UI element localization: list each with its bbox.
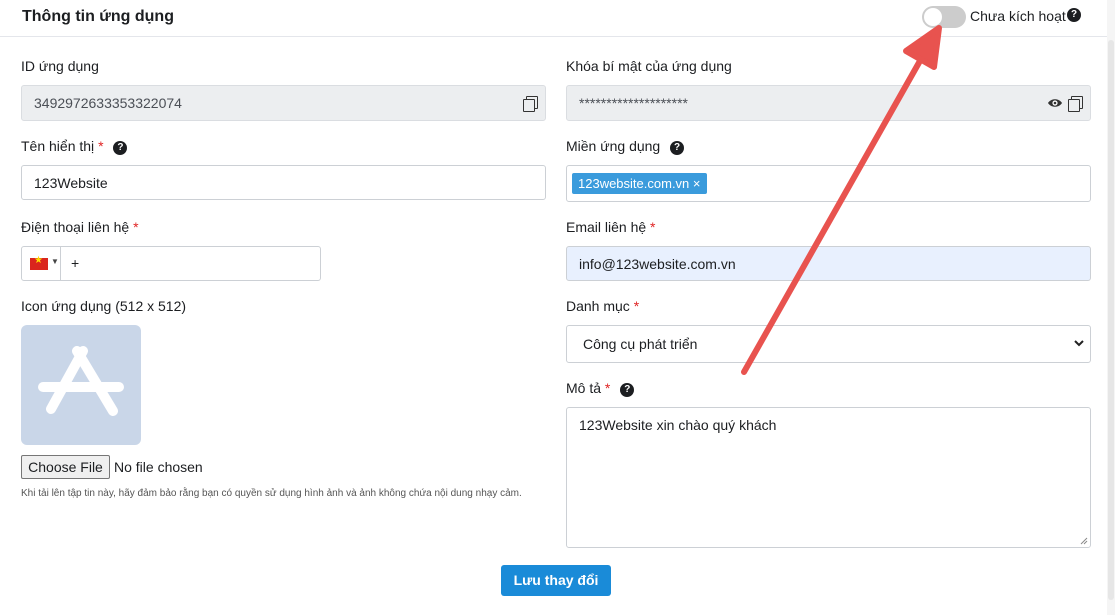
app-icon-label: Icon ứng dụng (512 x 512) <box>21 298 187 314</box>
display-name-label-text: Tên hiển thị <box>21 138 95 154</box>
app-secret-label: Khóa bí mật của ứng dụng <box>566 58 732 74</box>
phone-label-text: Điện thoại liên hệ <box>21 219 130 235</box>
upload-note: Khi tải lên tập tin này, hãy đảm bảo rằn… <box>21 488 522 499</box>
caret-down-icon[interactable]: ▼ <box>51 257 59 266</box>
domain-tag[interactable]: 123website.com.vn × <box>572 173 707 194</box>
required-mark: * <box>604 380 611 396</box>
tag-remove-icon[interactable]: × <box>693 176 701 191</box>
panel-title: Thông tin ứng dụng <box>22 8 174 25</box>
help-icon[interactable]: ? <box>670 141 685 155</box>
choose-file-button[interactable]: Choose File <box>21 455 110 479</box>
required-mark: * <box>633 298 640 314</box>
help-icon[interactable]: ? <box>620 383 635 397</box>
app-id-label: ID ứng dụng <box>21 58 99 74</box>
toggle-knob <box>924 8 942 26</box>
phone-input[interactable]: ★ ▼ + <box>21 246 321 281</box>
save-changes-button[interactable]: Lưu thay đổi <box>501 565 611 596</box>
app-store-icon <box>38 346 124 416</box>
app-id-field[interactable]: 3492972633353322074 <box>21 85 546 121</box>
description-label: Mô tả * ? <box>566 380 635 397</box>
app-domain-label-text: Miền ứng dụng <box>566 138 661 154</box>
email-label: Email liên hệ * <box>566 219 656 235</box>
description-value: 123Website xin chào quý khách <box>579 417 777 433</box>
email-value: info@123website.com.vn <box>579 255 736 272</box>
display-name-input[interactable]: 123Website <box>21 165 546 200</box>
domain-tag-text: 123website.com.vn <box>578 176 690 191</box>
panel-header: Thông tin ứng dụng Chưa kích hoạt ? <box>0 0 1107 37</box>
phone-label: Điện thoại liên hệ * <box>21 219 139 235</box>
activation-toggle[interactable] <box>922 6 966 28</box>
required-mark: * <box>98 138 104 154</box>
vietnam-flag-icon[interactable]: ★ <box>30 255 48 270</box>
app-secret-value: ******************** <box>579 95 688 111</box>
chevron-down-icon[interactable] <box>1072 336 1086 350</box>
email-input[interactable]: info@123website.com.vn <box>566 246 1091 281</box>
phone-value: + <box>71 255 80 271</box>
copy-icon[interactable] <box>523 96 538 112</box>
activation-status-label: Chưa kích hoạt <box>970 8 1066 24</box>
app-secret-field[interactable]: ******************** <box>566 85 1091 121</box>
app-icon-preview <box>21 325 141 445</box>
phone-divider <box>60 247 61 280</box>
category-label: Danh mục * <box>566 298 639 314</box>
scrollbar[interactable] <box>1107 0 1115 615</box>
help-icon[interactable]: ? <box>1067 8 1081 22</box>
app-domain-input[interactable]: 123website.com.vn × <box>566 165 1091 202</box>
email-label-text: Email liên hệ <box>566 219 647 235</box>
copy-icon[interactable] <box>1068 96 1083 112</box>
display-name-label: Tên hiển thị * ? <box>21 138 128 155</box>
file-status: No file chosen <box>114 459 203 475</box>
description-textarea[interactable]: 123Website xin chào quý khách <box>566 407 1091 548</box>
help-icon[interactable]: ? <box>113 141 128 155</box>
category-selected-value: Công cụ phát triển <box>583 336 698 352</box>
app-id-value: 3492972633353322074 <box>34 95 182 111</box>
category-label-text: Danh mục <box>566 298 630 314</box>
required-mark: * <box>650 219 656 235</box>
display-name-value: 123Website <box>34 174 108 191</box>
category-select[interactable]: Công cụ phát triển <box>566 325 1091 363</box>
description-label-text: Mô tả <box>566 380 602 396</box>
app-info-panel: Thông tin ứng dụng Chưa kích hoạt ? ID ứ… <box>0 0 1107 615</box>
eye-icon[interactable] <box>1047 96 1063 110</box>
required-mark: * <box>133 219 139 235</box>
app-domain-label: Miền ứng dụng ? <box>566 138 685 155</box>
scrollbar-thumb[interactable] <box>1108 40 1114 600</box>
resize-handle-icon[interactable] <box>1080 537 1088 545</box>
